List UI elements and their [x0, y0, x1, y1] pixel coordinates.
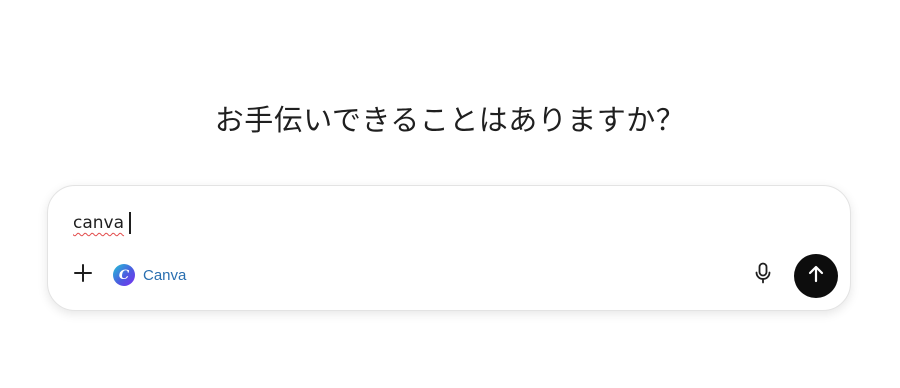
- canva-tool-label: Canva: [143, 266, 187, 284]
- add-attachment-button[interactable]: [68, 260, 98, 290]
- plus-icon: [73, 263, 93, 287]
- microphone-icon: [753, 262, 773, 288]
- arrow-up-icon: [806, 264, 826, 288]
- message-input-text: canva: [73, 213, 125, 233]
- voice-input-button[interactable]: [748, 260, 778, 290]
- message-input[interactable]: canva: [73, 206, 131, 240]
- canva-logo-icon: C: [113, 264, 135, 286]
- chat-home-screen: お手伝いできることはありますか？ canva C Canva: [0, 0, 900, 388]
- message-composer: canva C Canva: [47, 185, 851, 311]
- canva-tool-chip[interactable]: C Canva: [113, 262, 186, 288]
- page-title: お手伝いできることはありますか？: [214, 103, 686, 137]
- send-button[interactable]: [794, 254, 838, 298]
- text-caret: [129, 212, 131, 234]
